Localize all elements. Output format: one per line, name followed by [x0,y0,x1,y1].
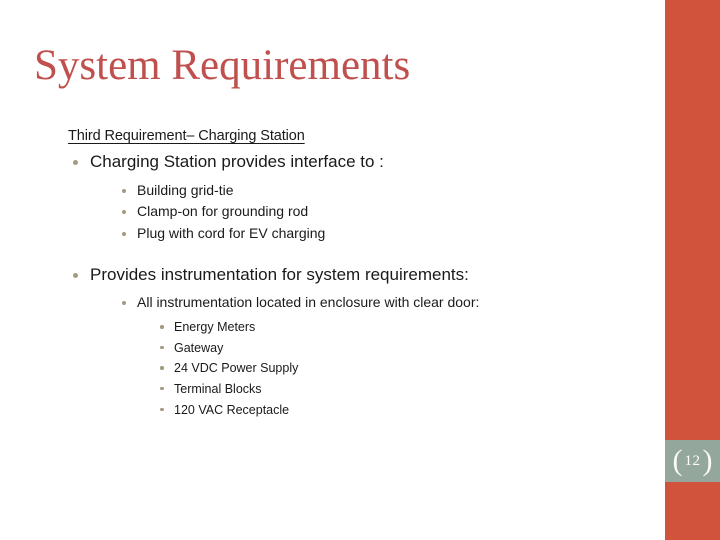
list-item-label: Building grid-tie [137,181,234,198]
bullet-list-level-2: All instrumentation located in enclosure… [90,292,640,420]
bullet-list-level-2: Building grid-tie Clamp-on for grounding… [90,180,640,245]
list-item: 120 VAC Receptacle [160,400,640,421]
list-item: Charging Station provides interface to :… [73,150,640,245]
list-item: Plug with cord for EV charging [122,223,640,245]
requirement-heading: Third Requirement– Charging Station [68,128,305,144]
list-item-label: 120 VAC Receptacle [174,402,290,417]
list-item-label: Plug with cord for EV charging [137,225,326,242]
bullet-list-level-1: Charging Station provides interface to :… [0,150,640,420]
slide: ( 12 ) System Requirements Third Require… [0,0,720,540]
bullet-dot-icon [122,188,126,193]
page-title: System Requirements [34,42,411,89]
bullet-dot-icon [160,407,164,412]
list-item-label: Provides instrumentation for system requ… [90,264,469,284]
bullet-dot-icon [160,366,164,370]
bullet-list-level-3: Energy Meters Gateway 24 VDC Power Suppl… [137,317,640,420]
list-item: 24 VDC Power Supply [160,358,640,379]
list-item-label: Energy Meters [174,320,256,335]
list-spacer [73,247,640,261]
slide-number-block: ( 12 ) [665,440,720,482]
slide-number: 12 [684,452,701,469]
list-item: Gateway [160,338,640,359]
list-item: Energy Meters [160,317,640,338]
bullet-dot-icon [73,272,78,278]
list-item-label: 24 VDC Power Supply [174,361,299,376]
list-item-label: Charging Station provides interface to : [90,152,384,171]
bullet-dot-icon [122,301,126,306]
bullet-dot-icon [160,345,164,350]
list-item: Terminal Blocks [160,379,640,400]
bullet-dot-icon [122,210,126,215]
list-item-label: Clamp-on for grounding rod [137,203,309,220]
list-item-label: Gateway [174,340,224,355]
right-bracket-glyph: ) [702,444,713,477]
bullet-dot-icon [122,232,126,237]
bullet-dot-icon [160,325,164,329]
list-item: Building grid-tie [122,180,640,202]
left-bracket-glyph: ( [672,444,683,477]
slide-body: Third Requirement– Charging Station Char… [0,128,640,422]
bullet-dot-icon [73,160,78,165]
list-item-label: All instrumentation located in enclosure… [137,294,480,311]
list-item: Provides instrumentation for system requ… [73,263,640,420]
list-item: Clamp-on for grounding rod [122,201,640,223]
list-item: All instrumentation located in enclosure… [122,292,640,420]
list-item-label: Terminal Blocks [174,381,262,396]
bullet-dot-icon [160,386,164,391]
